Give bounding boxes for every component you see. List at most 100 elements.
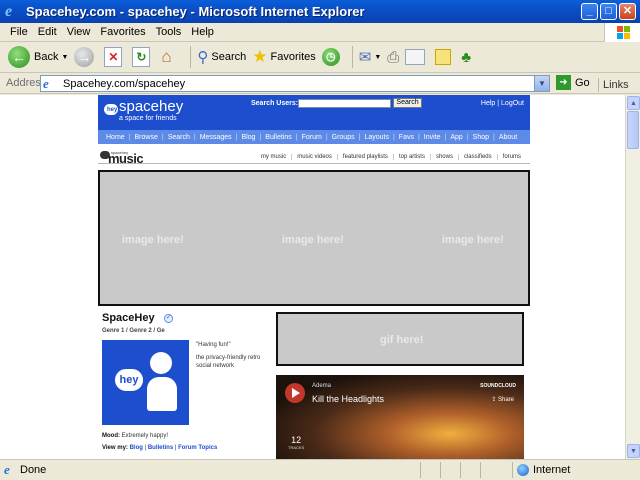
music-link-music-videos[interactable]: music videos [291, 154, 337, 160]
messenger-button[interactable]: ♣ [461, 49, 471, 66]
tracks-count: 12 TRACKS [288, 435, 304, 450]
window-controls: _ □ ✕ [581, 3, 636, 20]
scroll-down-arrow-icon[interactable]: ▼ [627, 444, 640, 458]
menu-help[interactable]: Help [191, 26, 214, 38]
refresh-icon: ↻ [132, 47, 151, 67]
menu-tools[interactable]: Tools [156, 26, 182, 38]
links-button[interactable]: Links [598, 78, 629, 92]
search-button[interactable]: ⚲ Search [197, 48, 246, 66]
user-search-button[interactable]: Search [393, 98, 422, 108]
status-page-icon: e [4, 462, 10, 477]
view-my-label: View my: [102, 445, 128, 451]
refresh-button[interactable]: ↻ [132, 47, 154, 67]
nav-home[interactable]: Home [106, 134, 125, 141]
edit-button[interactable] [405, 49, 429, 65]
soundcloud-logo[interactable]: SOUNDCLOUD [480, 383, 516, 389]
stop-icon: ✕ [104, 47, 123, 67]
site-nav: Home | Browse | Search | Messages | Blog | Bu… [98, 130, 530, 144]
print-button[interactable]: ⎙ [387, 49, 399, 66]
toolbar-separator [190, 46, 192, 68]
back-label: Back [34, 51, 59, 63]
address-url: Spacehey.com/spacehey [63, 77, 186, 90]
nav-app[interactable]: App [450, 134, 462, 141]
links-separator [598, 78, 599, 92]
site-logo[interactable]: spacehey [119, 98, 183, 115]
mail-button[interactable]: ✉ ▼ [359, 48, 382, 66]
nav-separator: | [193, 133, 196, 141]
user-search-input[interactable] [298, 99, 391, 108]
nav-layouts[interactable]: Layouts [364, 134, 389, 141]
site-tagline: a space for friends [119, 115, 177, 122]
nav-bulletins[interactable]: Bulletins [265, 134, 291, 141]
home-icon: ⌂ [161, 47, 172, 66]
search-label: Search [211, 51, 247, 63]
home-button[interactable]: ⌂ [160, 47, 182, 67]
minimize-button[interactable]: _ [581, 3, 598, 20]
forward-button[interactable]: → [74, 47, 98, 67]
view-forum-topics-link[interactable]: Forum Topics [178, 445, 217, 451]
nav-separator: | [444, 133, 447, 141]
profile-avatar[interactable]: hey [102, 340, 189, 425]
track-title[interactable]: Kill the Headlights [312, 394, 384, 404]
address-label: Address [6, 77, 47, 89]
user-search-label: Search Users: [251, 100, 299, 107]
nav-search[interactable]: Search [168, 134, 190, 141]
security-zone: Internet [533, 464, 571, 476]
address-dropdown-icon[interactable]: ▼ [534, 76, 549, 91]
nav-separator: | [128, 133, 131, 141]
music-link-classifieds[interactable]: classifieds [457, 154, 497, 160]
tracks-count-value: 12 [291, 435, 302, 445]
nav-blog[interactable]: Blog [241, 134, 255, 141]
back-dropdown-icon[interactable]: ▼ [61, 54, 68, 61]
scroll-up-arrow-icon[interactable]: ▲ [627, 96, 640, 110]
menu-view[interactable]: View [67, 26, 91, 38]
mail-dropdown-icon[interactable]: ▼ [374, 54, 381, 61]
go-button[interactable]: ➜ Go [556, 75, 590, 90]
status-bar: e Done Internet [0, 459, 640, 480]
nav-shop[interactable]: Shop [473, 134, 489, 141]
track-artist[interactable]: Adema [312, 383, 331, 389]
help-logout-links[interactable]: Help | LogOut [481, 100, 524, 107]
title-bar: e Spacehey.com - spacehey - Microsoft In… [0, 0, 640, 23]
discuss-button[interactable] [435, 49, 455, 65]
back-button[interactable]: ← Back ▼ [8, 46, 68, 68]
menu-bar: File Edit View Favorites Tools Help [0, 23, 640, 42]
music-link-featured-playlists[interactable]: featured playlists [336, 154, 393, 160]
nav-about[interactable]: About [499, 134, 517, 141]
address-input[interactable]: e Spacehey.com/spacehey ▼ [40, 75, 550, 92]
view-blog-link[interactable]: Blog [130, 445, 143, 451]
close-button[interactable]: ✕ [619, 3, 636, 20]
share-icon: ⇪ [491, 397, 498, 403]
history-button[interactable]: ◷ [321, 48, 344, 66]
menu-favorites[interactable]: Favorites [100, 26, 145, 38]
play-button[interactable] [285, 383, 305, 403]
nav-invite[interactable]: Invite [424, 134, 441, 141]
mail-icon: ✉ [358, 49, 372, 66]
music-link-my-music[interactable]: my music [256, 154, 291, 160]
nav-favs[interactable]: Favs [399, 134, 414, 141]
music-link-shows[interactable]: shows [429, 154, 458, 160]
menu-file[interactable]: File [10, 26, 28, 38]
window-title: Spacehey.com - spacehey - Microsoft Inte… [26, 4, 365, 19]
status-separator [480, 462, 481, 478]
stop-button[interactable]: ✕ [104, 47, 126, 67]
view-bulletins-link[interactable]: Bulletins [148, 445, 173, 451]
music-link-top-artists[interactable]: top artists [392, 154, 430, 160]
nav-messages[interactable]: Messages [200, 134, 232, 141]
profile-genres: Genre 1 / Genre 2 / Ge [102, 328, 165, 334]
nav-forum[interactable]: Forum [302, 134, 322, 141]
maximize-button[interactable]: □ [600, 3, 617, 20]
menu-edit[interactable]: Edit [38, 26, 57, 38]
address-bar: Address e Spacehey.com/spacehey ▼ ➜ Go L… [0, 73, 640, 94]
scroll-thumb[interactable] [627, 111, 639, 149]
status-text: Done [20, 464, 47, 476]
favorites-button[interactable]: ★ Favorites [252, 47, 316, 67]
music-logo[interactable]: music [108, 151, 144, 166]
nav-groups[interactable]: Groups [332, 134, 355, 141]
nav-browse[interactable]: Browse [135, 134, 158, 141]
vertical-scrollbar[interactable]: ▲ ▼ [625, 95, 640, 459]
music-link-forums[interactable]: forums [496, 154, 526, 160]
share-button[interactable]: ⇪ Share [491, 396, 514, 403]
nav-separator: | [358, 133, 361, 141]
back-arrow-icon: ← [8, 46, 30, 68]
